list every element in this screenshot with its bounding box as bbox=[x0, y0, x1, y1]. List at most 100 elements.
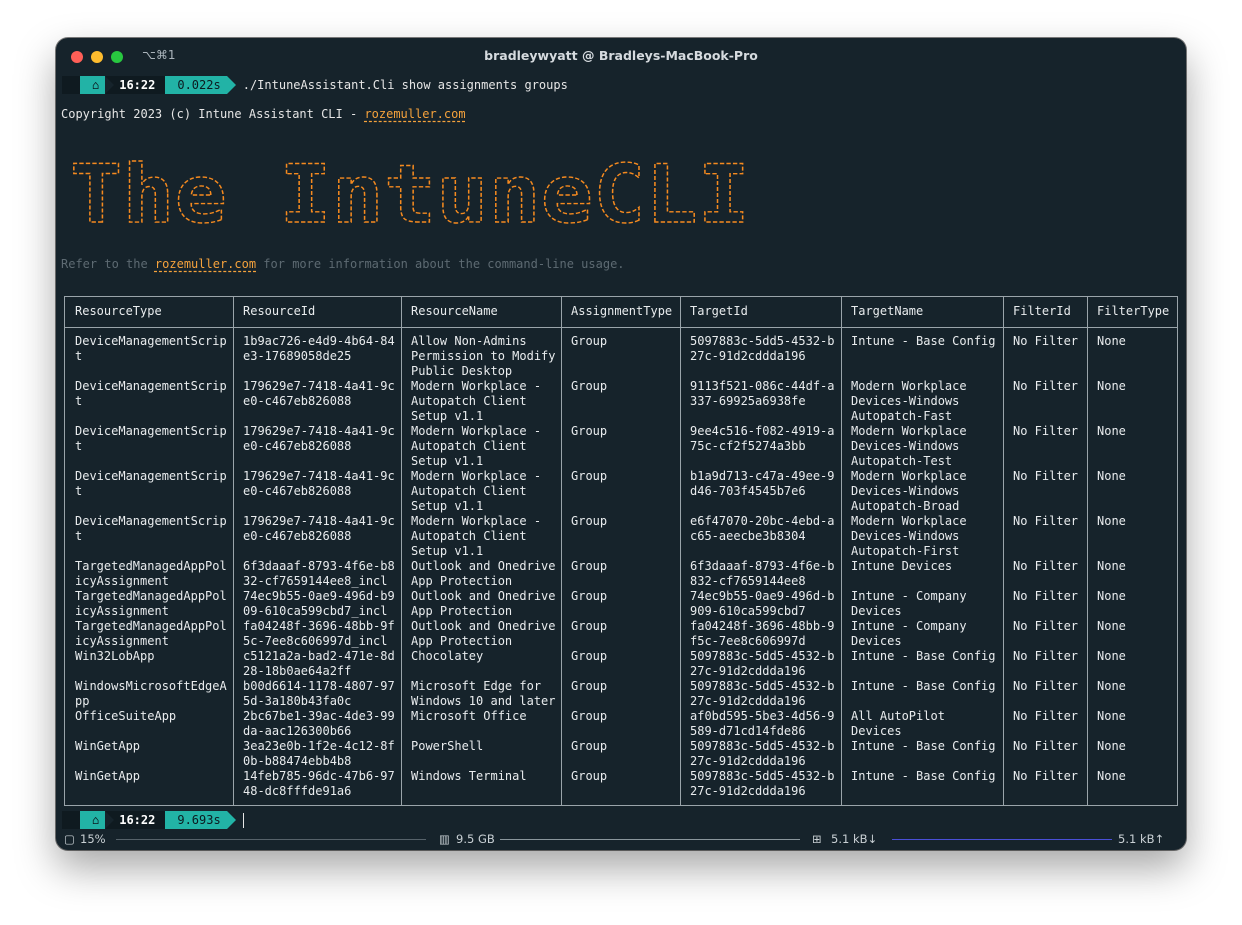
table-cell: 14feb785-96dc-47b6-97 48-dc8fffde91a6 bbox=[243, 769, 395, 798]
table-cell: No Filter bbox=[1013, 619, 1079, 633]
table-cell: No Filter bbox=[1013, 424, 1079, 438]
table-cell: None bbox=[1097, 589, 1126, 603]
table-cell: 5097883c-5dd5-4532-b 27c-91d2cddda196 bbox=[690, 334, 835, 363]
help-link[interactable]: rozemuller.com bbox=[155, 257, 256, 271]
help-note: Refer to the rozemuller.com for more inf… bbox=[61, 257, 625, 272]
copyright-text: Copyright 2023 (c) Intune Assistant CLI … bbox=[61, 107, 365, 121]
prompt-duration: 9.693s bbox=[165, 811, 237, 829]
apple-icon bbox=[62, 811, 80, 829]
table-cell: 5097883c-5dd5-4532-b 27c-91d2cddda196 bbox=[690, 769, 835, 798]
table-cell: 2bc67be1-39ac-4de3-99 da-aac126300b66 bbox=[243, 709, 395, 738]
table-cell: 179629e7-7418-4a41-9c e0-c467eb826088 bbox=[243, 424, 395, 453]
copyright-line: Copyright 2023 (c) Intune Assistant CLI … bbox=[61, 107, 466, 122]
table-cell: Group bbox=[571, 679, 608, 693]
table-cell: 5097883c-5dd5-4532-b 27c-91d2cddda196 bbox=[690, 739, 835, 768]
table-cell: Intune - Base Config bbox=[851, 679, 996, 693]
prompt-time: 16:22 bbox=[105, 811, 166, 829]
table-header-cell: ResourceName bbox=[411, 304, 498, 318]
table-cell: No Filter bbox=[1013, 589, 1079, 603]
table-cell: 6f3daaaf-8793-4f6e-b8 32-cf7659144ee8_in… bbox=[243, 559, 395, 588]
table-cell: fa04248f-3696-48bb-9 f5c-7ee8c606997d bbox=[690, 619, 835, 648]
home-icon: ⌂ bbox=[80, 76, 115, 94]
table-header-cell: ResourceType bbox=[75, 304, 162, 318]
table-cell: None bbox=[1097, 649, 1126, 663]
table-column-divider bbox=[680, 297, 681, 805]
table-cell: None bbox=[1097, 424, 1126, 438]
table-cell: PowerShell bbox=[411, 739, 484, 753]
table-cell: None bbox=[1097, 739, 1126, 753]
table-cell: Group bbox=[571, 469, 608, 483]
table-header-cell: FilterType bbox=[1097, 304, 1170, 318]
table-cell: 5097883c-5dd5-4532-b 27c-91d2cddda196 bbox=[690, 649, 835, 678]
table-cell: 74ec9b55-0ae9-496d-b 909-610ca599cbd7 bbox=[690, 589, 835, 618]
table-cell: DeviceManagementScrip t bbox=[75, 469, 227, 498]
table-cell: 5097883c-5dd5-4532-b 27c-91d2cddda196 bbox=[690, 679, 835, 708]
table-cell: 3ea23e0b-1f2e-4c12-8f 0b-b88474ebb4b8 bbox=[243, 739, 395, 768]
table-cell: Intune - Company Devices bbox=[851, 619, 967, 648]
table-cell: Allow Non-Admins Permission to Modify Pu… bbox=[411, 334, 556, 378]
table-cell: DeviceManagementScrip t bbox=[75, 334, 227, 363]
table-cell: Microsoft Office bbox=[411, 709, 527, 723]
table-cell: Group bbox=[571, 619, 608, 633]
memory-usage: 9.5 GB bbox=[456, 832, 495, 846]
table-header-cell: TargetName bbox=[851, 304, 924, 318]
table-cell: None bbox=[1097, 469, 1126, 483]
table-cell: Group bbox=[571, 559, 608, 573]
table-cell: TargetedManagedAppPol icyAssignment bbox=[75, 559, 227, 588]
table-cell: Intune - Base Config bbox=[851, 334, 996, 348]
window-title: bradleywyatt @ Bradleys-MacBook-Pro bbox=[484, 48, 758, 63]
table-cell: None bbox=[1097, 709, 1126, 723]
table-cell: af0bd595-5be3-4d56-9 589-d71cd14fde86 bbox=[690, 709, 835, 738]
table-cell: Group bbox=[571, 589, 608, 603]
table-cell: No Filter bbox=[1013, 334, 1079, 348]
table-cell: Microsoft Edge for Windows 10 and later bbox=[411, 679, 556, 708]
table-cell: Win32LobApp bbox=[75, 649, 155, 663]
table-cell: b1a9d713-c47a-49ee-9 d46-703f4545b7e6 bbox=[690, 469, 835, 498]
table-header-cell: TargetId bbox=[690, 304, 748, 318]
home-icon: ⌂ bbox=[80, 811, 115, 829]
table-cell: 74ec9b55-0ae9-496d-b9 09-610ca599cbd7_in… bbox=[243, 589, 395, 618]
table-cell: None bbox=[1097, 379, 1126, 393]
table-cell: Intune - Base Config bbox=[851, 769, 996, 783]
table-cell: No Filter bbox=[1013, 769, 1079, 783]
table-cell: TargetedManagedAppPol icyAssignment bbox=[75, 589, 227, 618]
table-cell: No Filter bbox=[1013, 739, 1079, 753]
table-cell: No Filter bbox=[1013, 559, 1079, 573]
table-cell: Modern Workplace - Autopatch Client Setu… bbox=[411, 379, 542, 423]
copyright-link[interactable]: rozemuller.com bbox=[364, 107, 465, 121]
table-cell: Group bbox=[571, 739, 608, 753]
status-bar: ▢ 15% ▥ 9.5 GB ⊞ 5.1 kB↓ 5.1 kB↑ bbox=[56, 830, 1186, 850]
table-cell: Intune - Base Config bbox=[851, 739, 996, 753]
table-cell: WinGetApp bbox=[75, 769, 141, 783]
table-cell: e6f47070-20bc-4ebd-a c65-aeecbe3b8304 bbox=[690, 514, 835, 543]
table-cell: No Filter bbox=[1013, 709, 1079, 723]
table-cell: Outlook and Onedrive App Protection bbox=[411, 559, 556, 588]
table-column-divider bbox=[233, 297, 234, 805]
table-cell: DeviceManagementScrip t bbox=[75, 514, 227, 543]
help-prefix: Refer to the bbox=[61, 257, 155, 271]
table-cell: 9ee4c516-f082-4919-a 75c-cf2f5274a3bb bbox=[690, 424, 835, 453]
table-header-cell: FilterId bbox=[1013, 304, 1071, 318]
table-cell: DeviceManagementScrip t bbox=[75, 424, 227, 453]
table-cell: Group bbox=[571, 709, 608, 723]
table-cell: None bbox=[1097, 514, 1126, 528]
table-cell: b00d6614-1178-4807-97 5d-3a180b43fa0c bbox=[243, 679, 395, 708]
table-cell: Chocolatey bbox=[411, 649, 484, 663]
apple-icon bbox=[62, 76, 80, 94]
table-cell: None bbox=[1097, 334, 1126, 348]
terminal-window: ⌥⌘1 bradleywyatt @ Bradleys-MacBook-Pro … bbox=[56, 38, 1186, 850]
table-cell: TargetedManagedAppPol icyAssignment bbox=[75, 619, 227, 648]
table-cell: Intune Devices bbox=[851, 559, 953, 573]
net-up: 5.1 kB↑ bbox=[1118, 832, 1165, 846]
table-cell: Group bbox=[571, 424, 608, 438]
table-cell: 179629e7-7418-4a41-9c e0-c467eb826088 bbox=[243, 514, 395, 543]
network-graph bbox=[892, 839, 1112, 840]
table-column-divider bbox=[1003, 297, 1004, 805]
table-cell: All AutoPilot Devices bbox=[851, 709, 945, 738]
text-cursor[interactable] bbox=[242, 812, 244, 828]
table-cell: Modern Workplace Devices-Windows Autopat… bbox=[851, 424, 967, 468]
table-cell: Group bbox=[571, 649, 608, 663]
table-cell: Modern Workplace Devices-Windows Autopat… bbox=[851, 469, 967, 513]
banner-text: The IntuneCLI bbox=[70, 148, 750, 232]
prompt-line: ⌂ 16:22 0.022s ./IntuneAssistant.Cli sho… bbox=[62, 76, 568, 94]
